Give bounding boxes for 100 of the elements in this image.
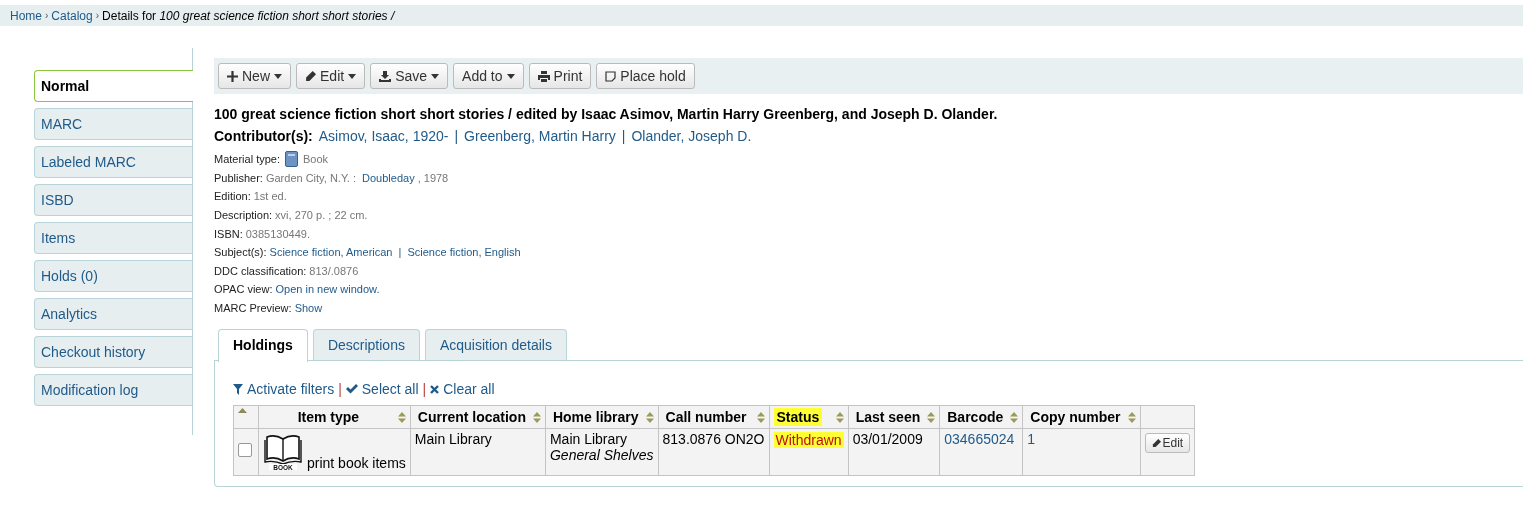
sidebar-tab[interactable]: Labeled MARC <box>34 146 192 178</box>
breadcrumb-separator: › <box>95 10 100 21</box>
detail-link[interactable]: Doubleday <box>362 171 415 184</box>
column-header[interactable]: Home library <box>545 405 659 429</box>
toolbar-button[interactable]: Save <box>370 63 449 89</box>
tab[interactable]: Acquisition details <box>424 329 567 361</box>
column-header[interactable] <box>1140 405 1195 429</box>
caret-icon <box>348 73 357 79</box>
table-cell: 813.0876 ON2O <box>658 428 769 476</box>
sort-icon <box>756 411 765 423</box>
sidebar-tab[interactable]: Analytics <box>34 298 192 330</box>
printer-icon <box>537 70 550 82</box>
sort-icon <box>927 411 936 423</box>
breadcrumb-current: Details for 100 great science fiction short short stories / <box>102 8 395 23</box>
plus-icon <box>227 70 238 82</box>
detail-label: Material type: <box>214 153 281 166</box>
tab[interactable]: Holdings <box>218 329 308 363</box>
action-link[interactable]: Select all <box>361 381 419 398</box>
detail-value: | <box>397 246 403 259</box>
detail-value: Book <box>303 153 329 166</box>
close-icon <box>430 384 440 394</box>
breadcrumb-separator: › <box>45 10 49 21</box>
book-icon <box>285 151 299 168</box>
detail-link[interactable]: Show <box>294 302 323 315</box>
sort-icon <box>532 411 541 423</box>
detail-label: Subject(s): <box>214 246 267 259</box>
contributors-label: Contributor(s): <box>214 128 313 144</box>
column-header[interactable]: Copy number <box>1022 405 1140 429</box>
column-header[interactable]: Barcode <box>939 405 1023 429</box>
table-cell: General Shelves <box>549 447 654 464</box>
sidebar-tab[interactable]: Checkout history <box>34 336 192 368</box>
detail-link[interactable]: Open in new window. <box>275 283 380 296</box>
detail-value: 0385130449. <box>245 227 310 240</box>
table-cell: print book items <box>307 455 406 472</box>
toolbar-button[interactable]: Place hold <box>596 63 695 89</box>
column-header[interactable]: Status <box>769 405 849 429</box>
separator: | <box>454 128 459 144</box>
contributor-link[interactable]: Greenberg, Martin Harry <box>464 128 616 144</box>
edit-button[interactable]: Edit <box>1144 433 1191 454</box>
pencil-icon <box>305 70 316 82</box>
check-icon <box>345 384 358 395</box>
detail-label: Edition: <box>214 190 251 203</box>
detail-label: DDC classification: <box>214 264 307 277</box>
detail-value: , 1978 <box>417 171 449 184</box>
column-header[interactable]: Call number <box>658 405 769 429</box>
sort-icon <box>397 411 406 423</box>
detail-label: Publisher: <box>214 171 263 184</box>
detail-value: 813/.0876 <box>309 264 359 277</box>
sidebar-tab[interactable]: Items <box>34 222 192 254</box>
detail-label: ISBN: <box>214 227 243 240</box>
download-icon <box>379 70 392 82</box>
detail-link[interactable]: Science fiction, American <box>269 246 393 259</box>
table-cell: Main Library <box>410 428 546 476</box>
sidebar-tab[interactable]: Normal <box>34 70 193 102</box>
sort-icon <box>1127 411 1136 423</box>
caret-icon <box>274 73 282 79</box>
separator: | <box>338 381 342 398</box>
breadcrumb-link[interactable]: Home <box>10 8 42 23</box>
detail-link[interactable]: Science fiction, English <box>407 246 521 259</box>
filter-icon <box>233 383 243 395</box>
copy-number-link[interactable]: 1 <box>1027 431 1036 448</box>
action-link[interactable]: Clear all <box>443 381 495 398</box>
column-header[interactable] <box>233 405 259 429</box>
separator: | <box>422 381 427 398</box>
pencil-icon <box>1151 438 1161 448</box>
contributor-link[interactable]: Olander, Joseph D. <box>631 128 752 144</box>
caret-icon <box>506 73 515 79</box>
table-cell-text: Main Library <box>549 431 628 448</box>
detail-label: MARC Preview: <box>214 302 292 315</box>
toolbar-button[interactable]: Print <box>528 63 592 89</box>
sidebar-tab[interactable]: Holds (0) <box>34 260 192 292</box>
detail-label: OPAC view: <box>214 283 273 296</box>
sort-icon <box>645 411 654 423</box>
toolbar-button[interactable]: Add to <box>453 63 524 89</box>
sidebar-tab[interactable]: MARC <box>34 108 192 140</box>
detail-value: 1st ed. <box>253 190 287 203</box>
separator: | <box>621 128 626 144</box>
detail-label: Description: <box>214 209 273 222</box>
record-title: 100 great science fiction short short stories / edited by Isaac Asimov, Martin Harry Greenberg, and Joseph D. Olander. <box>214 106 999 122</box>
status-text: Withdrawn <box>773 432 844 449</box>
action-link[interactable]: Activate filters <box>247 381 335 398</box>
detail-value: Garden City, N.Y. : <box>265 171 357 184</box>
toolbar-button[interactable]: New <box>218 63 291 89</box>
contributor-link[interactable]: Asimov, Isaac, 1920- <box>318 128 449 144</box>
sort-icon <box>1010 411 1019 423</box>
detail-value: xvi, 270 p. ; 22 cm. <box>275 209 368 222</box>
sidebar-tab[interactable]: Modification log <box>34 374 192 406</box>
sidebar-tab[interactable]: ISBD <box>34 184 192 216</box>
table-cell: 03/01/2009 <box>848 428 940 476</box>
note-icon <box>605 70 617 82</box>
sort-ascending-icon <box>238 408 247 414</box>
column-header[interactable]: Item type <box>258 405 411 429</box>
sort-icon <box>835 411 844 423</box>
column-header[interactable]: Last seen <box>848 405 940 429</box>
row-checkbox[interactable] <box>238 443 252 458</box>
breadcrumb-link[interactable]: Catalog <box>51 8 93 23</box>
column-header[interactable]: Current location <box>410 405 546 429</box>
toolbar-button[interactable]: Edit <box>296 63 366 89</box>
caret-icon <box>431 73 440 79</box>
tab[interactable]: Descriptions <box>312 329 420 361</box>
